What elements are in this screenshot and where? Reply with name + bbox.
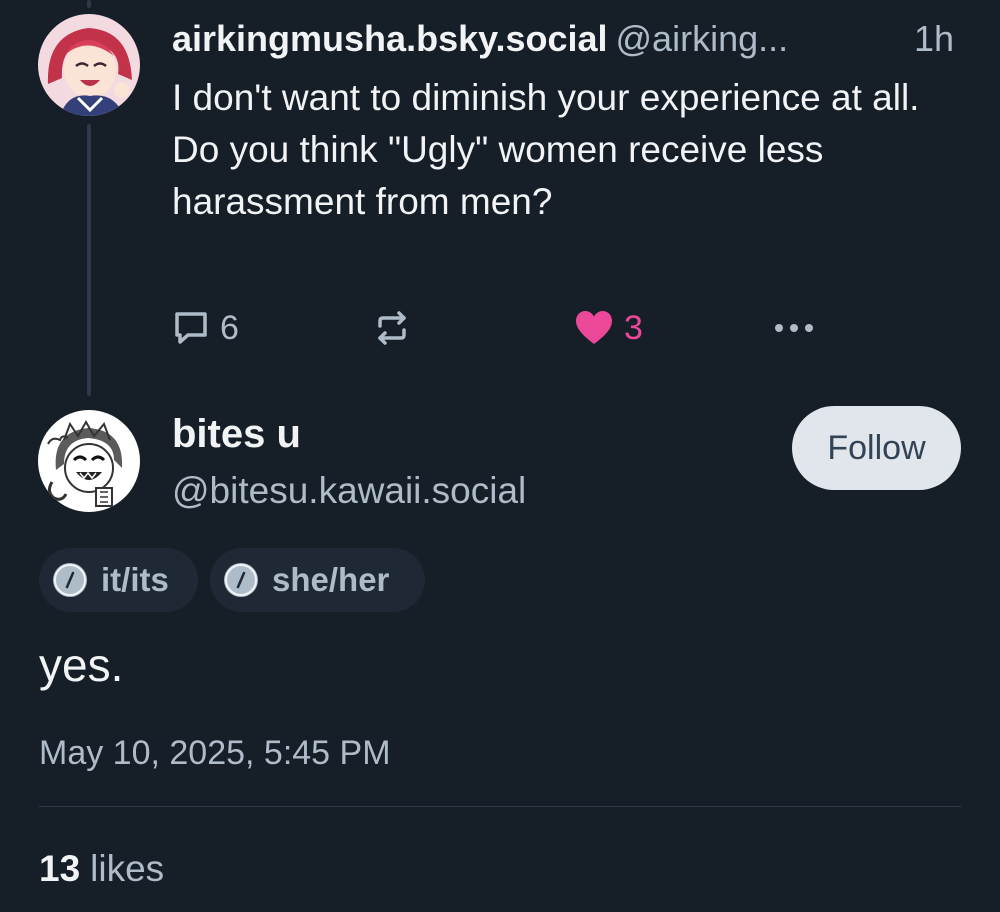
follow-button[interactable]: Follow xyxy=(792,406,961,490)
parent-post-time[interactable]: 1h xyxy=(914,16,954,62)
divider xyxy=(39,806,961,807)
pronoun-slash-icon xyxy=(53,563,87,597)
thread-line-top xyxy=(87,0,91,8)
parent-author-handle[interactable]: @airking... xyxy=(616,18,789,59)
parent-author-avatar[interactable] xyxy=(38,14,140,116)
likes-label: likes xyxy=(90,848,165,889)
more-options-button[interactable] xyxy=(772,306,816,350)
repost-icon xyxy=(372,308,412,348)
reply-count: 6 xyxy=(220,309,239,347)
reply-post-text: yes. xyxy=(39,639,124,691)
repost-button[interactable] xyxy=(372,306,412,350)
pronoun-label: she/her xyxy=(272,561,390,598)
likes-count: 13 xyxy=(39,848,81,889)
like-button[interactable]: 3 xyxy=(574,306,643,350)
parent-post-header: airkingmusha.bsky.social @airking... 1h xyxy=(172,16,972,62)
pronoun-badge-she-her[interactable]: she/her xyxy=(210,548,425,612)
parent-post-text: I don't want to diminish your experience… xyxy=(172,77,920,222)
reply-button[interactable]: 6 xyxy=(172,306,239,350)
pronoun-label: it/its xyxy=(101,561,169,598)
likes-summary[interactable]: 13 likes xyxy=(39,845,164,893)
parent-action-bar: 6 3 xyxy=(172,306,852,350)
like-count: 3 xyxy=(624,309,643,347)
comment-icon xyxy=(172,309,210,347)
thread-line xyxy=(87,124,91,396)
post-timestamp: May 10, 2025, 5:45 PM xyxy=(39,734,391,772)
parent-author-name[interactable]: airkingmusha.bsky.social xyxy=(172,18,608,59)
more-dots-icon xyxy=(772,321,816,335)
reply-author-handle[interactable]: @bitesu.kawaii.social xyxy=(172,467,526,515)
pronoun-slash-icon xyxy=(224,563,258,597)
heart-icon xyxy=(574,309,614,347)
reply-author-avatar[interactable] xyxy=(38,410,140,512)
reply-author-name[interactable]: bites u xyxy=(172,410,301,458)
pronoun-badge-it-its[interactable]: it/its xyxy=(39,548,198,612)
